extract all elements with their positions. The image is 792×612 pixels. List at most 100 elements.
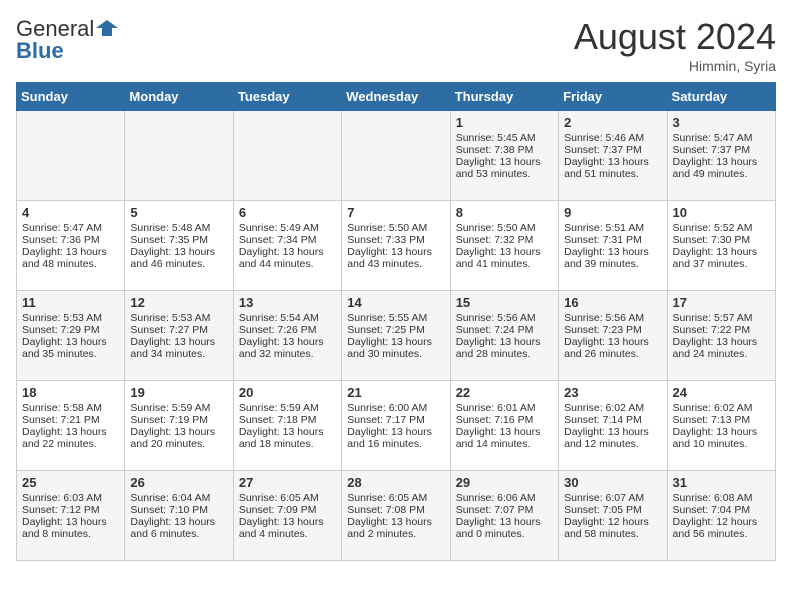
title-area: August 2024 Himmin, Syria: [574, 16, 776, 74]
calendar-cell: 17Sunrise: 5:57 AMSunset: 7:22 PMDayligh…: [667, 291, 775, 381]
header-wednesday: Wednesday: [342, 83, 450, 111]
day-info: Daylight: 13 hours: [456, 336, 553, 348]
day-info: Sunrise: 5:57 AM: [673, 312, 770, 324]
day-info: Sunrise: 5:48 AM: [130, 222, 227, 234]
day-number: 25: [22, 475, 119, 490]
day-info: Daylight: 13 hours: [22, 336, 119, 348]
day-info: and 51 minutes.: [564, 168, 661, 180]
day-info: and 41 minutes.: [456, 258, 553, 270]
day-info: and 10 minutes.: [673, 438, 770, 450]
header-friday: Friday: [559, 83, 667, 111]
day-info: Sunrise: 6:01 AM: [456, 402, 553, 414]
day-number: 21: [347, 385, 444, 400]
day-info: Sunrise: 5:56 AM: [456, 312, 553, 324]
logo: General Blue: [16, 16, 118, 64]
day-info: and 39 minutes.: [564, 258, 661, 270]
day-info: Sunrise: 5:55 AM: [347, 312, 444, 324]
calendar-cell: 23Sunrise: 6:02 AMSunset: 7:14 PMDayligh…: [559, 381, 667, 471]
day-info: Sunrise: 5:58 AM: [22, 402, 119, 414]
calendar-cell: 3Sunrise: 5:47 AMSunset: 7:37 PMDaylight…: [667, 111, 775, 201]
day-info: Sunrise: 6:03 AM: [22, 492, 119, 504]
day-info: Sunrise: 6:08 AM: [673, 492, 770, 504]
day-info: Sunset: 7:33 PM: [347, 234, 444, 246]
day-info: Sunset: 7:16 PM: [456, 414, 553, 426]
day-info: Sunset: 7:31 PM: [564, 234, 661, 246]
day-number: 6: [239, 205, 336, 220]
day-info: and 22 minutes.: [22, 438, 119, 450]
page-header: General Blue August 2024 Himmin, Syria: [16, 16, 776, 74]
day-info: and 43 minutes.: [347, 258, 444, 270]
day-info: Daylight: 13 hours: [456, 156, 553, 168]
day-info: and 53 minutes.: [456, 168, 553, 180]
calendar-cell: [17, 111, 125, 201]
day-number: 28: [347, 475, 444, 490]
calendar-cell: 16Sunrise: 5:56 AMSunset: 7:23 PMDayligh…: [559, 291, 667, 381]
calendar-cell: [233, 111, 341, 201]
calendar-cell: 4Sunrise: 5:47 AMSunset: 7:36 PMDaylight…: [17, 201, 125, 291]
day-info: Daylight: 13 hours: [456, 246, 553, 258]
header-monday: Monday: [125, 83, 233, 111]
day-info: Sunrise: 5:50 AM: [347, 222, 444, 234]
day-info: and 37 minutes.: [673, 258, 770, 270]
day-number: 23: [564, 385, 661, 400]
day-info: Daylight: 13 hours: [564, 156, 661, 168]
day-info: and 0 minutes.: [456, 528, 553, 540]
day-number: 14: [347, 295, 444, 310]
day-info: Sunrise: 6:02 AM: [564, 402, 661, 414]
day-info: Sunrise: 5:56 AM: [564, 312, 661, 324]
day-number: 2: [564, 115, 661, 130]
day-number: 5: [130, 205, 227, 220]
day-number: 13: [239, 295, 336, 310]
day-info: Sunrise: 5:50 AM: [456, 222, 553, 234]
calendar-cell: 12Sunrise: 5:53 AMSunset: 7:27 PMDayligh…: [125, 291, 233, 381]
day-info: Sunset: 7:32 PM: [456, 234, 553, 246]
day-info: Daylight: 13 hours: [347, 516, 444, 528]
day-info: Daylight: 13 hours: [673, 156, 770, 168]
day-number: 4: [22, 205, 119, 220]
day-number: 12: [130, 295, 227, 310]
day-info: Daylight: 13 hours: [130, 516, 227, 528]
day-info: Sunrise: 6:04 AM: [130, 492, 227, 504]
day-number: 9: [564, 205, 661, 220]
day-info: Sunset: 7:17 PM: [347, 414, 444, 426]
calendar-cell: 24Sunrise: 6:02 AMSunset: 7:13 PMDayligh…: [667, 381, 775, 471]
day-info: Sunrise: 5:46 AM: [564, 132, 661, 144]
day-info: Sunrise: 6:06 AM: [456, 492, 553, 504]
day-number: 8: [456, 205, 553, 220]
day-info: Sunset: 7:25 PM: [347, 324, 444, 336]
day-info: and 58 minutes.: [564, 528, 661, 540]
calendar-week-row: 11Sunrise: 5:53 AMSunset: 7:29 PMDayligh…: [17, 291, 776, 381]
calendar-week-row: 1Sunrise: 5:45 AMSunset: 7:38 PMDaylight…: [17, 111, 776, 201]
day-number: 11: [22, 295, 119, 310]
calendar-cell: 26Sunrise: 6:04 AMSunset: 7:10 PMDayligh…: [125, 471, 233, 561]
day-number: 15: [456, 295, 553, 310]
day-info: and 2 minutes.: [347, 528, 444, 540]
day-info: Daylight: 13 hours: [456, 426, 553, 438]
day-info: and 56 minutes.: [673, 528, 770, 540]
day-info: Sunset: 7:18 PM: [239, 414, 336, 426]
calendar-cell: [342, 111, 450, 201]
day-number: 26: [130, 475, 227, 490]
day-info: and 8 minutes.: [22, 528, 119, 540]
day-info: Sunrise: 6:02 AM: [673, 402, 770, 414]
day-number: 22: [456, 385, 553, 400]
calendar-cell: 13Sunrise: 5:54 AMSunset: 7:26 PMDayligh…: [233, 291, 341, 381]
day-info: Sunrise: 5:54 AM: [239, 312, 336, 324]
calendar-cell: 5Sunrise: 5:48 AMSunset: 7:35 PMDaylight…: [125, 201, 233, 291]
day-info: Sunrise: 5:47 AM: [673, 132, 770, 144]
calendar-cell: 27Sunrise: 6:05 AMSunset: 7:09 PMDayligh…: [233, 471, 341, 561]
day-number: 20: [239, 385, 336, 400]
day-info: Sunset: 7:29 PM: [22, 324, 119, 336]
calendar-cell: 15Sunrise: 5:56 AMSunset: 7:24 PMDayligh…: [450, 291, 558, 381]
day-info: Sunrise: 5:51 AM: [564, 222, 661, 234]
day-info: Daylight: 13 hours: [239, 336, 336, 348]
day-info: Daylight: 13 hours: [347, 336, 444, 348]
day-info: Sunrise: 6:05 AM: [347, 492, 444, 504]
header-saturday: Saturday: [667, 83, 775, 111]
location: Himmin, Syria: [574, 58, 776, 74]
day-number: 19: [130, 385, 227, 400]
calendar-cell: [125, 111, 233, 201]
day-number: 30: [564, 475, 661, 490]
day-info: Sunset: 7:37 PM: [564, 144, 661, 156]
header-sunday: Sunday: [17, 83, 125, 111]
